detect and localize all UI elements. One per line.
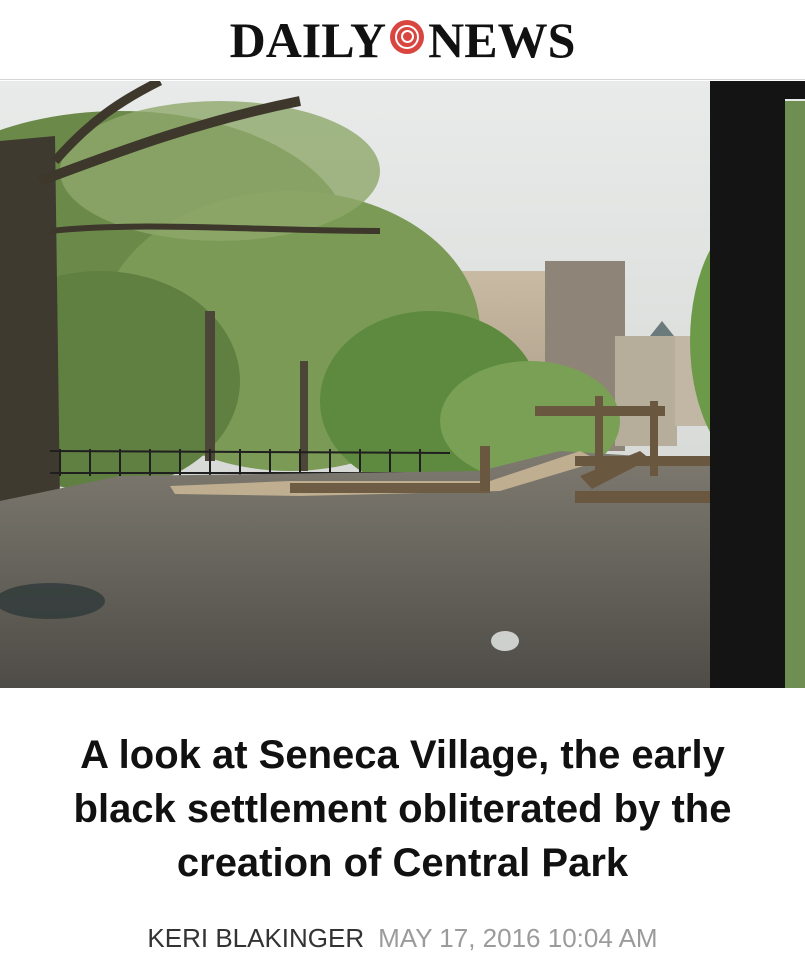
- article-headline[interactable]: A look at Seneca Village, the early blac…: [0, 728, 805, 890]
- author-name[interactable]: KERI BLAKINGER: [147, 923, 364, 953]
- daily-news-logo[interactable]: DAILY NEWS: [230, 15, 576, 65]
- article-hero-photo[interactable]: [0, 81, 805, 688]
- logo-seal-icon: [390, 19, 425, 54]
- logo-word-news: NEWS: [428, 11, 576, 68]
- park-playground-photo: [0, 81, 805, 688]
- publish-date: MAY 17, 2016 10:04 AM: [378, 923, 658, 953]
- masthead: DAILY NEWS: [0, 0, 805, 80]
- logo-word-daily: DAILY: [229, 11, 387, 68]
- article-byline: KERI BLAKINGER MAY 17, 2016 10:04 AM: [0, 920, 805, 956]
